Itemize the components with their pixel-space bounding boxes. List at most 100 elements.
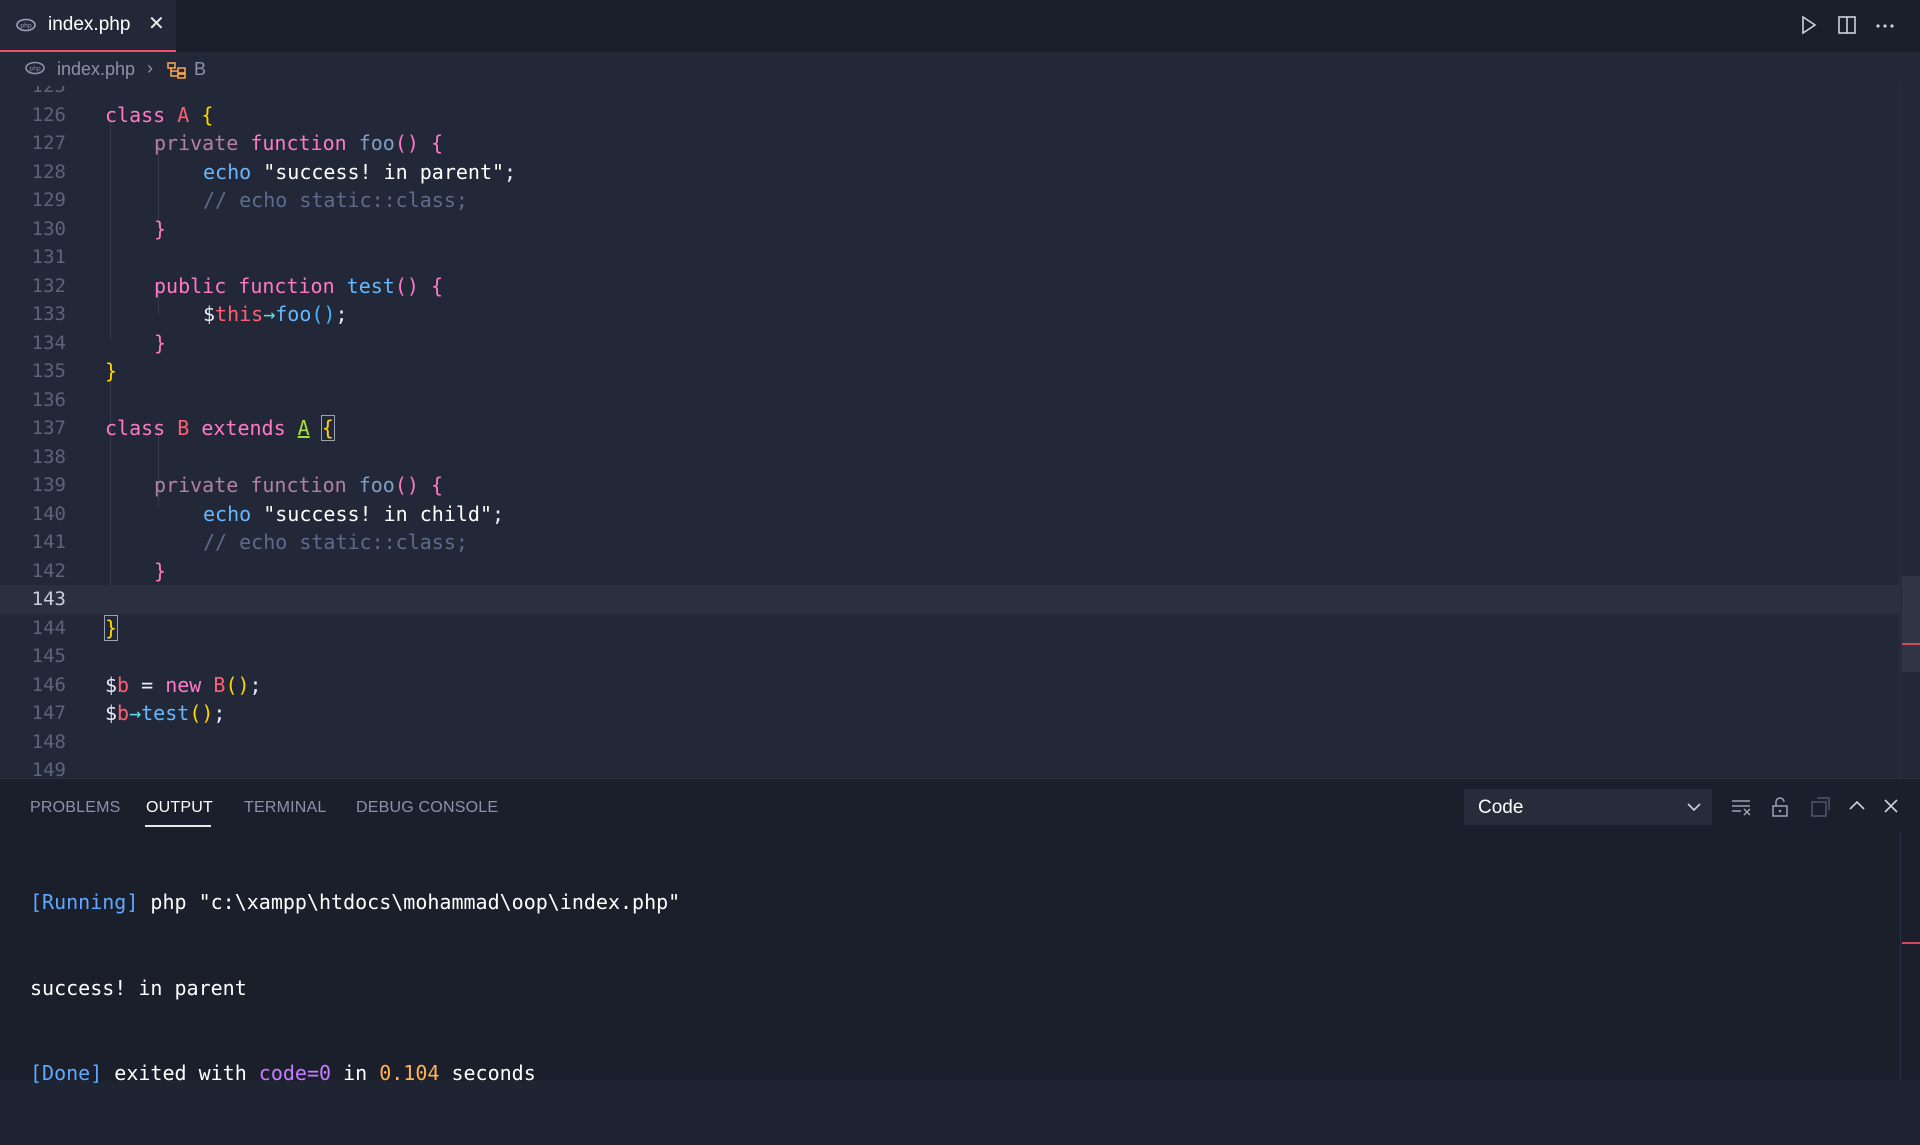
tab-label: index.php: [48, 14, 131, 35]
line-number: 134: [31, 331, 66, 354]
code-line: 132 public function test() {: [0, 272, 1900, 301]
code-editor[interactable]: 125 126 class A { 127 private function foo…: [0, 86, 1900, 778]
line-number: 147: [31, 702, 66, 724]
breadcrumb-symbol[interactable]: B: [194, 59, 206, 80]
output-line: success! in parent: [30, 975, 247, 1000]
code-line: 131: [0, 243, 1900, 272]
code-comment: // echo static::class;: [203, 188, 468, 212]
close-icon[interactable]: ✕: [148, 14, 165, 34]
breadcrumb: php index.php › B: [0, 52, 1920, 86]
line-number: 140: [31, 502, 66, 525]
line-number: 141: [31, 531, 66, 553]
output-channel-select[interactable]: Code: [1464, 789, 1712, 825]
code-text: private function foo() {: [154, 473, 444, 497]
line-number: 125: [31, 86, 66, 97]
panel-scrollbar[interactable]: [1900, 832, 1920, 1080]
line-number: 144: [31, 616, 66, 639]
code-line: 149: [0, 756, 1900, 778]
tab-problems[interactable]: PROBLEMS: [30, 799, 121, 817]
line-number: 133: [31, 303, 66, 325]
breadcrumb-file[interactable]: index.php: [57, 59, 135, 80]
code-text: $this→foo();: [203, 302, 348, 326]
line-number: 132: [31, 274, 66, 297]
code-line: 128 echo "success! in parent";: [0, 158, 1900, 187]
php-elephant-icon: php: [16, 18, 36, 37]
line-number: 135: [31, 360, 66, 382]
code-line: 135}: [0, 357, 1900, 386]
bracket-match: }: [103, 614, 119, 641]
line-number: 131: [31, 246, 66, 268]
clear-output-icon[interactable]: [1730, 796, 1752, 823]
code-text: public function test() {: [154, 273, 444, 298]
php-elephant-icon: php: [25, 61, 45, 80]
editor-scrollbar[interactable]: [1900, 86, 1920, 778]
lock-scroll-icon[interactable]: [1769, 796, 1791, 823]
bracket-match: {: [320, 415, 335, 441]
code-text: }: [154, 330, 167, 355]
code-line: 142}: [0, 557, 1900, 586]
line-number: 142: [31, 559, 66, 582]
code-text: class B extends A {: [105, 415, 335, 441]
code-line: 144}: [0, 614, 1900, 643]
class-symbol-icon: [167, 61, 187, 84]
code-line: 140 echo "success! in child";: [0, 500, 1900, 529]
line-number: 126: [31, 103, 66, 126]
code-line: 148: [0, 728, 1900, 757]
close-panel-icon[interactable]: [1881, 796, 1901, 821]
run-icon[interactable]: [1797, 14, 1819, 41]
active-tab-indicator: [145, 825, 211, 827]
code-comment: // echo static::class;: [203, 530, 468, 554]
code-text: $b = new B();: [105, 672, 262, 697]
code-line: 141 // echo static::class;: [0, 528, 1900, 557]
code-line: 129 // echo static::class;: [0, 186, 1900, 215]
code-text: }: [154, 558, 167, 583]
code-line: 147 $b→test();: [0, 699, 1900, 728]
chevron-up-icon[interactable]: [1847, 796, 1867, 821]
more-actions-icon[interactable]: [1874, 14, 1896, 41]
code-text: class A {: [105, 102, 214, 127]
tab-terminal[interactable]: TERMINAL: [244, 799, 327, 817]
chevron-down-icon: [1686, 800, 1702, 819]
code-line: 126 class A {: [0, 101, 1900, 130]
line-number: 145: [31, 645, 66, 667]
code-line: 146 $b = new B();: [0, 671, 1900, 700]
tab-debug-console[interactable]: DEBUG CONSOLE: [356, 799, 498, 817]
code-text: echo "success! in child";: [203, 501, 505, 526]
tab-bar: php index.php ✕: [0, 0, 1920, 52]
code-text: echo "success! in parent";: [203, 159, 517, 184]
code-line: 138: [0, 443, 1900, 472]
code-text: private function foo() {: [154, 131, 444, 155]
code-text: }: [105, 359, 118, 383]
code-line: 139 private function foo() {: [0, 471, 1900, 500]
line-number: 146: [31, 673, 66, 696]
tab-output[interactable]: OUTPUT: [146, 799, 213, 817]
bottom-panel: PROBLEMS OUTPUT TERMINAL DEBUG CONSOLE C…: [0, 778, 1920, 1085]
line-number: 149: [31, 759, 66, 778]
code-line-current: 143: [0, 585, 1900, 614]
output-log: [Running] php "c:\xampp\htdocs\mohammad\…: [30, 831, 680, 1145]
open-in-editor-icon: [1809, 796, 1831, 823]
line-number: 137: [31, 417, 66, 439]
svg-text:php: php: [29, 66, 41, 73]
line-number: 130: [31, 217, 66, 240]
svg-text:php: php: [20, 23, 32, 30]
error-marker: [1902, 643, 1920, 645]
code-line: 145: [0, 642, 1900, 671]
split-editor-icon[interactable]: [1836, 14, 1858, 41]
code-line: 130}: [0, 215, 1900, 244]
line-number: 136: [31, 388, 66, 411]
chevron-right-icon: ›: [147, 58, 153, 78]
error-marker: [1902, 942, 1920, 944]
code-line: 136: [0, 386, 1900, 415]
line-number: 139: [31, 474, 66, 496]
code-line: 134}: [0, 329, 1900, 358]
line-number: 128: [31, 160, 66, 183]
code-line: 125: [0, 86, 1900, 101]
code-line: 137 class B extends A {: [0, 414, 1900, 443]
scroll-thumb[interactable]: [1902, 576, 1920, 672]
line-number: 127: [31, 132, 66, 154]
output-line: [Running] php "c:\xampp\htdocs\mohammad\…: [30, 890, 681, 914]
tab-index-php[interactable]: php index.php ✕: [0, 0, 176, 52]
line-number: 129: [31, 189, 66, 211]
code-line: 133 $this→foo();: [0, 300, 1900, 329]
